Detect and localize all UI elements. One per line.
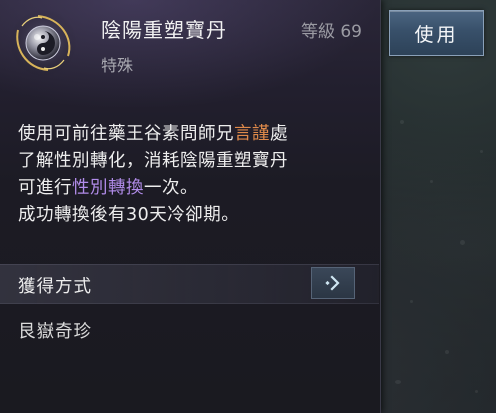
acquisition-label: 獲得方式	[18, 277, 92, 297]
item-level: 等級 69	[300, 22, 362, 42]
description-line-4: 成功轉換後有30天冷卻期。	[18, 205, 240, 225]
yin-yang-pill-icon	[8, 8, 78, 78]
item-tooltip-panel: 陰陽重塑寶丹 等級 69 特殊 使用可前往藥王谷素問師兄言謹處 了解性別轉化，消…	[0, 0, 381, 413]
acquisition-source: 艮嶽奇珍	[18, 322, 92, 342]
item-description: 使用可前往藥王谷素問師兄言謹處 了解性別轉化，消耗陰陽重塑寶丹 可進行性別轉換一…	[18, 121, 368, 229]
item-type: 特殊	[101, 56, 134, 75]
description-line-1: 使用可前往藥王谷素問師兄言謹處	[18, 124, 288, 144]
acquisition-expand-button[interactable]	[311, 267, 355, 299]
acquisition-header: 獲得方式	[0, 264, 379, 304]
gender-change-highlight: 性別轉換	[72, 178, 144, 198]
npc-name-highlight: 言謹	[234, 124, 270, 144]
arrow-right-icon	[325, 275, 340, 291]
use-button[interactable]: 使用	[389, 10, 484, 56]
description-line-3: 可進行性別轉換一次。	[18, 178, 198, 198]
item-name: 陰陽重塑寶丹	[101, 18, 227, 42]
description-line-2: 了解性別轉化，消耗陰陽重塑寶丹	[18, 151, 288, 171]
